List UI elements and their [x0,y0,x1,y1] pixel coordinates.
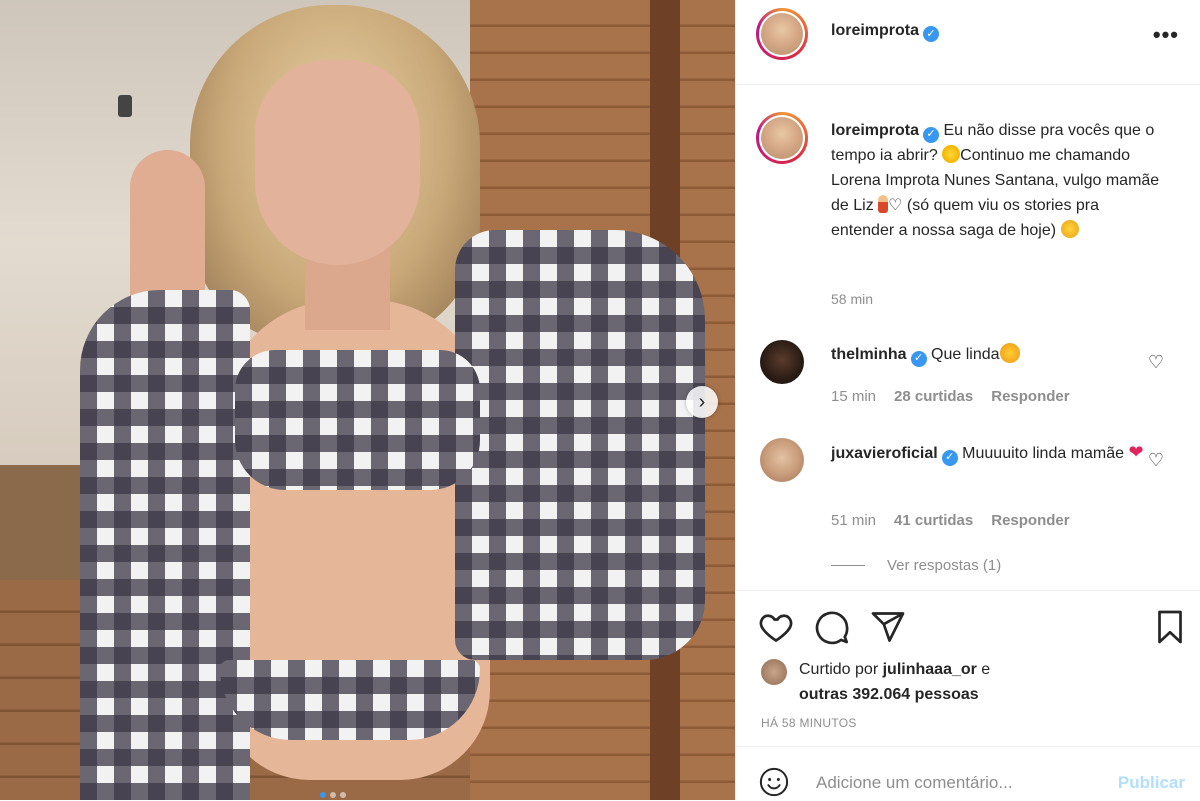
heart-icon[interactable] [758,609,794,645]
comment-text: Que linda [931,346,1000,363]
comment-text: Muuuuito linda mamãe [962,445,1125,462]
post-actions: Curtido por julinhaaa_or e outras 392.06… [736,590,1200,746]
red-heart-emoji-icon: ❤ [1128,442,1144,462]
carousel-dot [320,792,326,798]
liked-by-text: Curtido por julinhaaa_or e outras 392.06… [799,657,1179,707]
liked-by-user[interactable]: julinhaaa_or [883,661,977,678]
author-name-row: loreimprota ✓ [831,22,940,42]
laughing-emoji-icon [1060,220,1079,238]
photo-lamp [118,95,132,117]
comment-body: juxavieroficial ✓ Muuuuito linda mamãe ❤ [831,440,1151,466]
carousel-dot [340,792,346,798]
comment-meta: 51 min 41 curtidas Responder [831,512,1070,529]
photo-shirt-left [80,290,250,800]
caption-time: 58 min [831,291,874,307]
liked-by-joiner: e [976,661,991,678]
comment-icon[interactable] [814,609,850,645]
author-avatar-image [761,13,803,55]
commenter-avatar[interactable] [760,340,804,384]
comment-likes[interactable]: 41 curtidas [894,512,973,529]
post-photo[interactable]: › [0,0,735,800]
carousel-dot [330,792,336,798]
comment-time: 51 min [831,512,877,529]
author-username[interactable]: loreimprota [831,22,919,39]
comment-reply-button[interactable]: Responder [991,512,1069,529]
ellipsis-icon[interactable]: ••• [1153,22,1179,48]
white-heart-emoji-icon: ♡ [888,197,903,214]
emoji-picker-icon[interactable] [759,767,789,797]
photo-shirt-right [455,230,705,660]
view-replies-label: Ver respostas (1) [887,557,1002,574]
post-header: loreimprota ✓ ••• [736,0,1200,85]
comment-reply-button[interactable]: Responder [991,388,1069,405]
photo-figure-face [255,60,420,265]
comment-input[interactable] [814,769,1098,797]
post-timestamp[interactable]: HÁ 58 MINUTOS [761,716,857,730]
bookmark-icon[interactable] [1152,609,1188,645]
verified-badge-icon: ✓ [923,126,940,143]
post-side-panel: loreimprota ✓ ••• loreimprota ✓ Eu não dis… [735,0,1200,800]
caption-username[interactable]: loreimprota [831,122,919,139]
verified-badge-icon: ✓ [910,350,927,367]
comment-meta: 15 min 28 curtidas Responder [831,388,1070,405]
replies-divider [831,565,865,566]
photo-bikini-top [235,350,480,490]
view-replies-button[interactable]: Ver respostas (1) [831,557,1001,574]
heart-outline-icon[interactable]: ♡ [1148,352,1164,373]
verified-badge-icon: ✓ [923,25,940,42]
comment-likes[interactable]: 28 curtidas [894,388,973,405]
comment-time: 15 min [831,388,877,405]
verified-badge-icon: ✓ [941,449,958,466]
liked-by-others[interactable]: outras 392.064 pessoas [799,686,979,703]
liker-avatar [761,659,787,685]
chevron-right-icon[interactable]: › [686,386,718,418]
caption-avatar[interactable] [756,112,808,164]
comment-body: thelminha ✓ Que linda [831,342,1131,367]
commenter-avatar[interactable] [760,438,804,482]
share-icon[interactable] [870,609,906,645]
caption-text: loreimprota ✓ Eu não disse pra vocês que … [831,118,1166,243]
publish-button[interactable]: Publicar [1118,773,1185,793]
commenter-username[interactable]: thelminha [831,346,907,363]
sun-emoji-icon [942,145,961,163]
heart-outline-icon[interactable]: ♡ [1148,450,1164,471]
author-avatar[interactable] [756,8,808,60]
star-struck-emoji-icon [999,343,1020,363]
photo-bikini-bottom [220,660,480,740]
baby-emoji-icon [878,195,889,213]
commenter-username[interactable]: juxavieroficial [831,445,938,462]
caption-avatar-image [761,117,803,159]
carousel-dots [320,792,346,798]
add-comment-bar: Publicar [736,746,1200,801]
liked-by-prefix: Curtido por [799,661,879,678]
